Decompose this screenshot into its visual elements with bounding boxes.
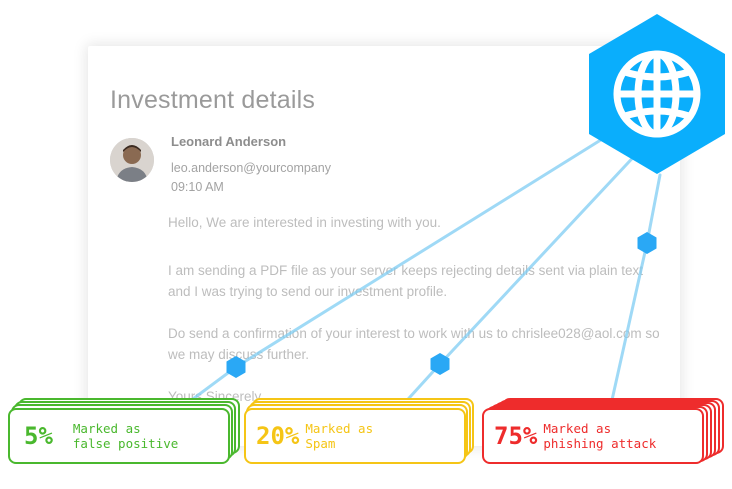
- stat-phishing: 75% Marked as phishing attack: [482, 398, 726, 464]
- connection-node: [637, 232, 657, 254]
- stat-false-positive: 5% Marked as false positive: [8, 398, 240, 464]
- connection-line: [645, 173, 662, 245]
- connection-node: [226, 356, 246, 378]
- stat-label: Marked as false positive: [72, 421, 179, 451]
- stat-card: 5% Marked as false positive: [8, 408, 230, 464]
- stat-percent: 20%: [256, 422, 300, 450]
- stat-percent: 5%: [24, 422, 53, 450]
- stat-spam: 20% Marked as Spam: [244, 398, 476, 464]
- stat-label: Marked as phishing attack: [543, 421, 657, 451]
- stat-card: 20% Marked as Spam: [244, 408, 466, 464]
- stat-percent: 75%: [494, 422, 538, 450]
- globe-icon: [589, 14, 725, 174]
- globe-badge: [583, 10, 731, 180]
- connection-line: [234, 126, 622, 369]
- connection-line: [610, 241, 649, 402]
- stat-card: 75% Marked as phishing attack: [482, 408, 704, 464]
- connection-line: [438, 148, 642, 366]
- stat-label: Marked as Spam: [305, 421, 374, 451]
